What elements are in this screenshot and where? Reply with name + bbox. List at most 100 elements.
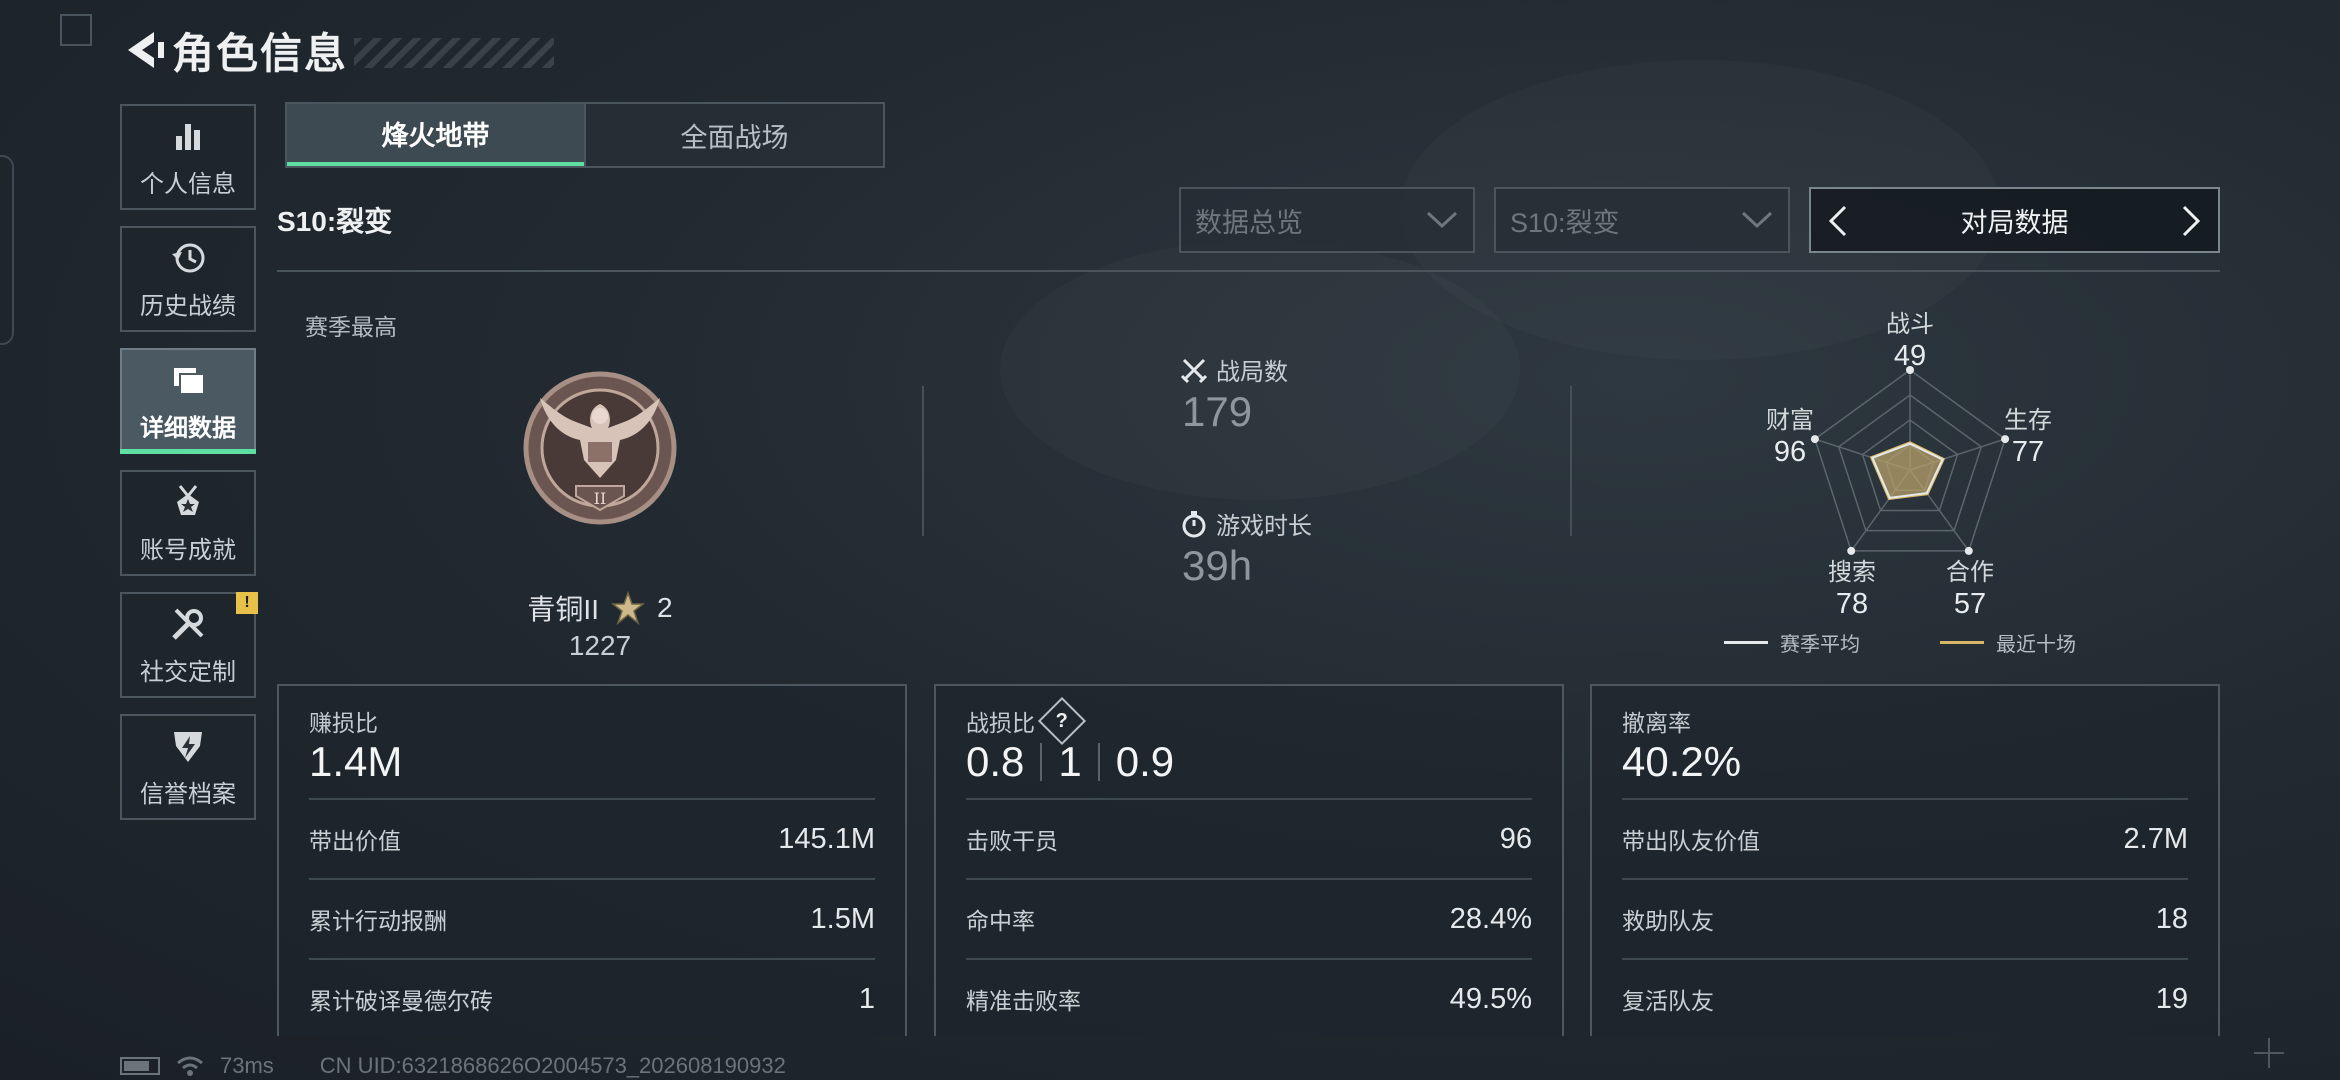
header: 角色信息 xyxy=(118,22,555,78)
tools-icon xyxy=(172,608,204,640)
bronze-rank-emblem-icon: II xyxy=(523,371,677,525)
radar-value-search: 78 xyxy=(1835,588,1869,620)
chevron-left-icon[interactable] xyxy=(1821,201,1857,241)
row-label: 精准击败率 xyxy=(966,988,1081,1014)
status-bar: 73ms CN UID:6321868626O2004573_202608190… xyxy=(120,1052,786,1080)
sidebar: 个人信息 历史战绩 详细数据 账号成就 社交定制 ! 信誉档案 xyxy=(120,104,258,836)
radar-value-wealth: 96 xyxy=(1773,436,1807,468)
list-item: 带出队友价值 2.7M xyxy=(1622,798,2188,878)
tab-warzone[interactable]: 烽火地带 xyxy=(287,104,584,166)
row-value: 1 xyxy=(858,982,875,1015)
extract-value: 40.2% xyxy=(1622,738,1742,785)
radar-chart: 战斗 49 生存 77 合作 57 搜索 78 财富 96 xyxy=(1720,300,2100,660)
season-dropdown[interactable]: S10:裂变 xyxy=(1494,187,1790,253)
radar-label-search: 搜索 xyxy=(1828,559,1876,586)
radar-value-survival: 77 xyxy=(2011,436,2045,468)
sidebar-item-label: 详细数据 xyxy=(140,414,236,442)
kd-panel: 战损比 ? 0.8 1 0.9 击败干员 96 命中率 28.4% 精准击败率 49.… xyxy=(934,684,1564,1036)
row-label: 累计行动报酬 xyxy=(309,908,447,934)
sidebar-item-label: 社交定制 xyxy=(140,658,236,686)
matches-label-text: 战局数 xyxy=(1216,359,1288,386)
sidebar-item-history[interactable]: 历史战绩 xyxy=(120,226,256,332)
data-pager: 对局数据 xyxy=(1809,187,2220,253)
rank-stars: 2 xyxy=(656,592,673,623)
legend-swatch xyxy=(1940,641,1984,644)
row-value: 1.5M xyxy=(810,902,875,935)
row-value: 28.4% xyxy=(1449,902,1532,935)
sidebar-item-reputation[interactable]: 信誉档案 xyxy=(120,714,256,820)
legend-label: 赛季平均 xyxy=(1780,634,1860,656)
corner-frame xyxy=(60,14,92,46)
playtime-label-text: 游戏时长 xyxy=(1216,513,1312,540)
dropdown-value: 数据总览 xyxy=(1195,207,1303,238)
title-decoration xyxy=(354,38,555,68)
sidebar-item-achievements[interactable]: 账号成就 xyxy=(120,470,256,576)
chevron-down-icon xyxy=(1426,211,1458,229)
list-item: 命中率 28.4% xyxy=(966,878,1532,958)
kd-value: 1 xyxy=(1058,738,1082,785)
sidebar-item-label: 历史战绩 xyxy=(140,292,236,320)
row-value: 18 xyxy=(2155,902,2188,935)
sidebar-item-label: 信誉档案 xyxy=(140,780,236,808)
legend-recent-ten: 最近十场 xyxy=(1940,628,2076,657)
ping-value: 73ms xyxy=(220,1053,274,1078)
playtime-label: 游戏时长 xyxy=(1180,506,1312,541)
shield-bolt-icon xyxy=(174,731,202,762)
row-value: 145.1M xyxy=(778,822,875,855)
data-type-dropdown[interactable]: 数据总览 xyxy=(1179,187,1475,253)
row-value: 49.5% xyxy=(1449,982,1532,1015)
row-label: 带出队友价值 xyxy=(1622,828,1760,854)
pager-label: 对局数据 xyxy=(1960,207,2069,238)
radar-value-combat: 49 xyxy=(1893,340,1927,372)
list-item: 复活队友 19 xyxy=(1622,958,2188,1038)
matches-label: 战局数 xyxy=(1180,352,1288,387)
mode-tabs: 烽火地带 全面战场 xyxy=(285,102,885,168)
row-label: 累计破译曼德尔砖 xyxy=(309,988,493,1014)
legend-season-average: 赛季平均 xyxy=(1724,628,1860,657)
profit-value: 1.4M xyxy=(309,738,403,785)
uid-text: CN UID:6321868626O2004573_202608190932 xyxy=(319,1053,786,1078)
bar-chart-icon xyxy=(176,123,200,150)
rank-score: 1227 xyxy=(568,630,632,661)
list-item: 击败干员 96 xyxy=(966,798,1532,878)
tab-full-battlefield[interactable]: 全面战场 xyxy=(584,104,883,166)
row-label: 复活队友 xyxy=(1622,988,1714,1014)
list-item: 救助队友 18 xyxy=(1622,878,2188,958)
sidebar-item-social-custom[interactable]: 社交定制 ! xyxy=(120,592,258,698)
row-label: 命中率 xyxy=(966,908,1035,934)
kd-values: 0.8 1 0.9 xyxy=(966,738,1174,786)
panel-title: 战损比 ? xyxy=(966,696,1087,746)
profit-panel: 赚损比 1.4M 带出价值 145.1M 累计行动报酬 1.5M 累计破译曼德尔砖 1 xyxy=(277,684,907,1036)
row-value: 2.7M xyxy=(2123,822,2188,855)
kd-value: 0.8 xyxy=(966,738,1025,785)
chevron-down-icon xyxy=(1741,211,1773,229)
divider xyxy=(1570,386,1572,536)
radar-value-coop: 57 xyxy=(1953,588,1987,620)
chevron-right-icon[interactable] xyxy=(2172,201,2208,241)
sidebar-item-personal-info[interactable]: 个人信息 xyxy=(120,104,256,210)
sidebar-item-detailed-data[interactable]: 详细数据 xyxy=(120,348,256,454)
extract-panel: 撤离率 40.2% 带出队友价值 2.7M 救助队友 18 复活队友 19 xyxy=(1590,684,2220,1036)
list-item: 累计行动报酬 1.5M xyxy=(309,878,875,958)
divider xyxy=(277,270,2220,272)
dropdown-value: S10:裂变 xyxy=(1510,207,1620,238)
emblem-numeral: II xyxy=(594,489,607,508)
back-button[interactable] xyxy=(118,22,164,78)
back-arrow-icon xyxy=(128,32,164,68)
list-item: 带出价值 145.1M xyxy=(309,798,875,878)
legend-swatch xyxy=(1724,641,1768,644)
radar-label-coop: 合作 xyxy=(1946,559,1994,586)
kd-value: 0.9 xyxy=(1115,738,1175,785)
medal-icon xyxy=(177,484,199,515)
rank-info: 青铜II 2 xyxy=(520,588,680,628)
season-title: S10:裂变 xyxy=(277,206,393,237)
row-label: 击败干员 xyxy=(966,828,1058,854)
radar-label-survival: 生存 xyxy=(2004,407,2052,434)
folders-icon xyxy=(174,367,205,395)
row-label: 带出价值 xyxy=(309,828,401,854)
playtime-value: 39h xyxy=(1182,542,1253,589)
edge-handle[interactable] xyxy=(0,155,14,345)
row-label: 救助队友 xyxy=(1622,908,1714,934)
panel-title: 赚损比 xyxy=(309,710,378,736)
sidebar-item-label: 账号成就 xyxy=(140,536,236,564)
